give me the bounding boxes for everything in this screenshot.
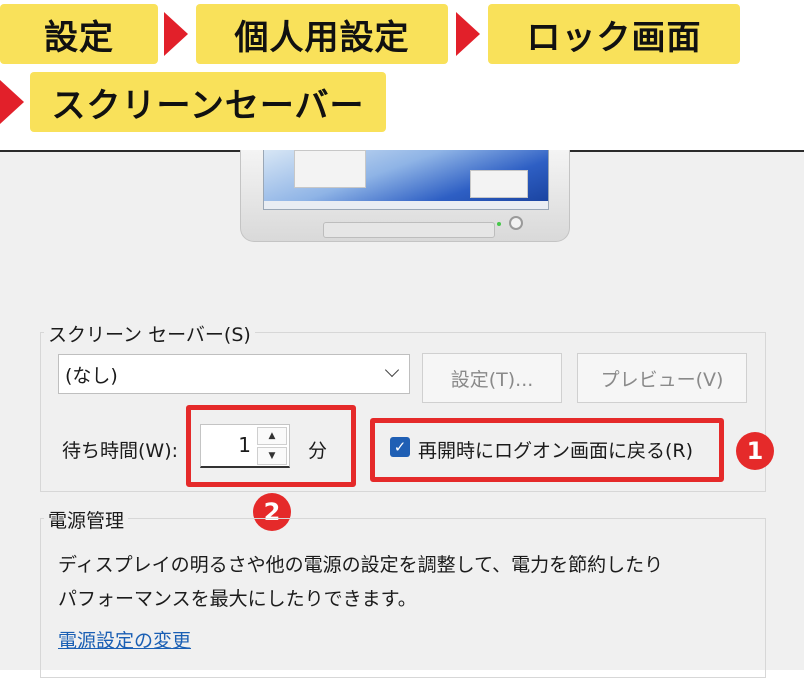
preview-window xyxy=(294,150,366,188)
breadcrumb-arrow-icon xyxy=(164,12,188,56)
breadcrumb-lock-screen: ロック画面 xyxy=(488,4,740,64)
settings-button[interactable]: 設定(T)... xyxy=(422,353,562,403)
chevron-down-icon xyxy=(384,362,400,378)
power-legend: 電源管理 xyxy=(44,506,129,533)
power-description-line2: パフォーマンスを最大にしたりできます。 xyxy=(58,588,417,610)
breadcrumb-arrow-icon xyxy=(0,80,24,124)
preview-notification xyxy=(470,170,528,198)
power-button-icon xyxy=(509,216,523,230)
screensaver-select-value: (なし) xyxy=(65,364,118,387)
breadcrumb-screensaver: スクリーンセーバー xyxy=(30,72,386,132)
preview-screen xyxy=(263,150,549,210)
power-settings-link[interactable]: 電源設定の変更 xyxy=(58,626,191,653)
preview-taskbar xyxy=(264,201,548,209)
breadcrumb-arrow-icon xyxy=(456,12,480,56)
screensaver-select[interactable]: (なし) xyxy=(58,354,410,394)
power-led-icon xyxy=(497,222,501,226)
preview-button[interactable]: プレビュー(V) xyxy=(577,353,747,403)
screensaver-legend: スクリーン セーバー(S) xyxy=(44,320,255,347)
breadcrumb-settings: 設定 xyxy=(0,4,158,64)
preview-monitor xyxy=(240,150,570,242)
monitor-slot xyxy=(323,222,495,238)
highlight-resume-box xyxy=(370,418,724,482)
badge-1: 1 xyxy=(736,432,774,470)
wait-label: 待ち時間(W): xyxy=(62,440,179,462)
breadcrumb-personalization: 個人用設定 xyxy=(196,4,448,64)
highlight-wait-box xyxy=(186,405,356,487)
power-description-line1: ディスプレイの明るさや他の電源の設定を調整して、電力を節約したり xyxy=(58,554,664,576)
